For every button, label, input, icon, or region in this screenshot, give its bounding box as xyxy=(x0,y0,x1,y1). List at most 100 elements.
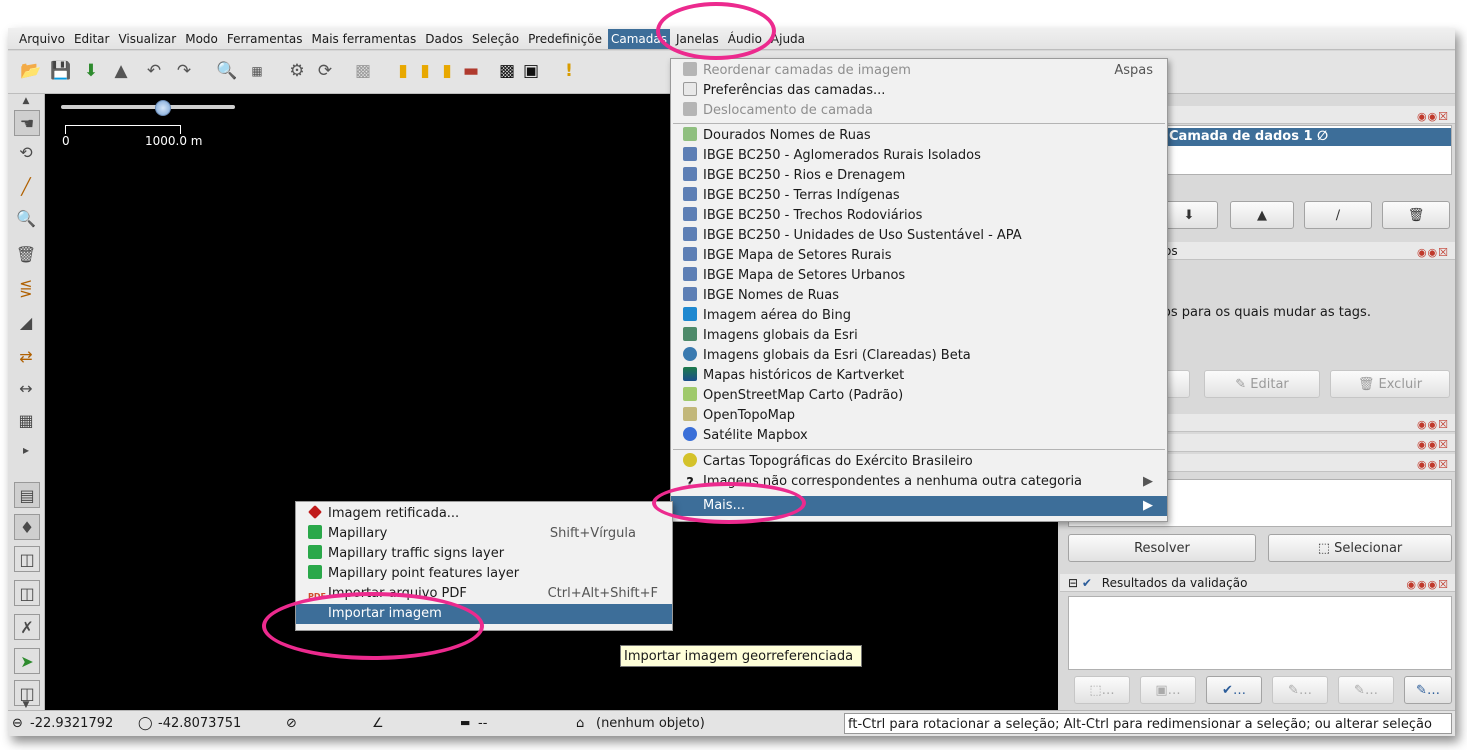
import-pdf-item[interactable]: PDF Importar arquivo PDF Ctrl+Alt+Shift+F xyxy=(296,584,672,604)
traffic-light-2-icon[interactable]: ▮ xyxy=(414,60,436,82)
car-icon[interactable]: ▩ xyxy=(496,60,518,82)
parallel-tool-icon[interactable]: ⋚ xyxy=(14,276,38,300)
menu-audio[interactable]: Áudio xyxy=(725,29,765,49)
improve-way-icon[interactable]: ↔ xyxy=(14,376,38,400)
imagery-item-osm-carto[interactable]: OpenStreetMap Carto (Padrão) xyxy=(671,386,1167,406)
edit-button[interactable]: ✎ Editar xyxy=(1204,370,1320,398)
menu-ajuda[interactable]: Ajuda xyxy=(768,29,808,49)
layer-offset-item[interactable]: Deslocamento de camada xyxy=(671,101,1167,121)
imagery-item-ibge-rurais[interactable]: IBGE Mapa de Setores Rurais xyxy=(671,246,1167,266)
collapse-icon[interactable]: ⊟ xyxy=(1060,576,1078,590)
merge-button[interactable]: ▲ xyxy=(1230,201,1294,229)
panel-controls-icon[interactable]: ◉◉☒ xyxy=(1417,108,1449,126)
validate-button[interactable]: ✔… xyxy=(1206,676,1262,704)
imagery-item-ibge-aglomerados[interactable]: IBGE BC250 - Aglomerados Rurais Isolados xyxy=(671,146,1167,166)
menu-janelas[interactable]: Janelas xyxy=(673,29,722,49)
menu-predefinicoes[interactable]: Predefiniçõe xyxy=(525,29,605,49)
building-tool-icon[interactable]: ▦ xyxy=(14,408,38,432)
zoom-slider[interactable] xyxy=(61,105,235,109)
fix-2-button[interactable]: ✎… xyxy=(1338,676,1394,704)
fix-3-button[interactable]: ✎… xyxy=(1404,676,1452,704)
delete-layer-button[interactable]: 🗑 xyxy=(1382,201,1450,229)
imagery-item-esri-clarity[interactable]: Imagens globais da Esri (Clareadas) Beta xyxy=(671,346,1167,366)
conflict-panel-icon[interactable]: ✗ xyxy=(14,614,40,640)
preview-icon[interactable]: 🔍 xyxy=(216,60,238,82)
traffic-light-icon[interactable]: ▮ xyxy=(392,60,414,82)
imagery-item-esri[interactable]: Imagens globais da Esri xyxy=(671,326,1167,346)
imagery-item-bing[interactable]: Imagem aérea do Bing xyxy=(671,306,1167,326)
layers-panel-icon[interactable]: ▤ xyxy=(14,482,40,508)
upload-icon[interactable]: ▲ xyxy=(110,60,132,82)
angle-tool-icon[interactable]: ◢ xyxy=(14,310,38,334)
select-tool-icon[interactable]: ☚ xyxy=(14,110,40,136)
fix-button[interactable]: ✎… xyxy=(1272,676,1328,704)
imagery-item-mapbox[interactable]: Satélite Mapbox xyxy=(671,426,1167,446)
relations-panel-icon[interactable]: ◫ xyxy=(14,546,40,572)
reorder-layers-item[interactable]: Reordenar camadas de imagem Aspas xyxy=(671,61,1167,81)
menu-camadas[interactable]: Camadas xyxy=(607,28,670,49)
undo-icon[interactable]: ↶ xyxy=(143,60,165,82)
menu-ferramentas[interactable]: Ferramentas xyxy=(224,29,306,49)
imagery-item-ibge-nomes[interactable]: IBGE Nomes de Ruas xyxy=(671,286,1167,306)
imagery-item-opentopomap[interactable]: OpenTopoMap xyxy=(671,406,1167,426)
split-tool-icon[interactable]: ⇄ xyxy=(14,344,38,368)
imagery-item-ibge-rios[interactable]: IBGE BC250 - Rios e Drenagem xyxy=(671,166,1167,186)
rectified-image-item[interactable]: Imagem retificada... xyxy=(296,504,672,524)
save-icon[interactable]: 💾 xyxy=(50,60,72,82)
delete-button[interactable]: 🗑 Excluir xyxy=(1330,370,1450,398)
menu-editar[interactable]: Editar xyxy=(71,29,113,49)
menu-visualizar[interactable]: Visualizar xyxy=(115,29,179,49)
zoom-slider-knob[interactable] xyxy=(155,100,171,116)
select-button[interactable]: ⬚ Selecionar xyxy=(1268,534,1452,562)
imagery-item-ibge-urbanos[interactable]: IBGE Mapa de Setores Urbanos xyxy=(671,266,1167,286)
expand-toolbar-icon[interactable]: ▸ xyxy=(14,438,38,462)
changeset-panel-icon[interactable]: ➤ xyxy=(14,648,40,674)
menu-dados[interactable]: Dados xyxy=(422,29,466,49)
imagery-item-ibge-terras[interactable]: IBGE BC250 - Terras Indígenas xyxy=(671,186,1167,206)
delete-tool-icon[interactable]: 🗑 xyxy=(14,242,38,266)
validation-panel-controls-icon[interactable]: ◉◉◉☒ xyxy=(1406,576,1449,594)
menu-arquivo[interactable]: Arquivo xyxy=(16,29,68,49)
panel-controls-icon[interactable]: ◉◉☒ xyxy=(1417,456,1449,474)
imagery-item-cartas-exercito[interactable]: Cartas Topográficas do Exército Brasilei… xyxy=(671,452,1167,472)
imagery-item-kartverket[interactable]: Mapas históricos de Kartverket xyxy=(671,366,1167,386)
menu-selecao[interactable]: Seleção xyxy=(469,29,522,49)
import-image-item[interactable]: Importar imagem xyxy=(296,604,672,624)
grid-icon[interactable]: ▩ xyxy=(352,60,374,82)
layer-preferences-item[interactable]: Preferências das camadas... xyxy=(671,81,1167,101)
draw-tool-icon[interactable]: ╱ xyxy=(14,174,38,198)
refresh-icon[interactable]: ⟳ xyxy=(314,60,336,82)
panel-controls-icon[interactable]: ◉◉☒ xyxy=(1417,416,1449,434)
imagery-item-other[interactable]: ? Imagens não correspondentes a nenhuma o… xyxy=(671,472,1167,492)
zoom-to-problem-button[interactable]: ⬚… xyxy=(1074,676,1130,704)
open-file-icon[interactable]: 📂 xyxy=(20,60,42,82)
history-panel-icon[interactable]: ◫ xyxy=(14,580,40,606)
resolve-button[interactable]: Resolver xyxy=(1068,534,1256,562)
zoom-tool-icon[interactable]: 🔍 xyxy=(14,206,38,230)
mapillary-traffic-signs-item[interactable]: Mapillary traffic signs layer xyxy=(296,544,672,564)
panel-controls-icon[interactable]: ◉◉☒ xyxy=(1417,436,1449,454)
tags-icon[interactable]: ▦ xyxy=(246,60,268,82)
barrier-icon[interactable]: ▬ xyxy=(460,60,482,82)
download-icon[interactable]: ⬇ xyxy=(80,60,102,82)
warning-icon[interactable]: ! xyxy=(558,60,580,82)
scroll-down-icon[interactable]: ▼ xyxy=(14,700,38,710)
lasso-tool-icon[interactable]: ⟲ xyxy=(14,140,38,164)
mapillary-item[interactable]: Mapillary Shift+Vírgula xyxy=(296,524,672,544)
imagery-item-ibge-unidades[interactable]: IBGE BC250 - Unidades de Uso Sustentável… xyxy=(671,226,1167,246)
redo-icon[interactable]: ↷ xyxy=(173,60,195,82)
imagery-item-ibge-trechos[interactable]: IBGE BC250 - Trechos Rodoviários xyxy=(671,206,1167,226)
menu-mais-ferramentas[interactable]: Mais ferramentas xyxy=(309,29,420,49)
bus-icon[interactable]: ▣ xyxy=(520,60,542,82)
move-down-button[interactable]: ⬇ xyxy=(1160,201,1218,229)
traffic-light-3-icon[interactable]: ▮ xyxy=(436,60,458,82)
duplicate-button[interactable]: ∕ xyxy=(1304,201,1372,229)
menu-modo[interactable]: Modo xyxy=(182,29,221,49)
more-item[interactable]: Mais... ▶ xyxy=(671,496,1167,516)
ignore-button[interactable]: ▣… xyxy=(1140,676,1196,704)
tags-panel-icon[interactable]: ♦ xyxy=(14,514,40,540)
mapillary-point-features-item[interactable]: Mapillary point features layer xyxy=(296,564,672,584)
scroll-up-icon[interactable]: ▲ xyxy=(14,96,38,106)
imagery-item-dourados[interactable]: Dourados Nomes de Ruas xyxy=(671,126,1167,146)
settings-icon[interactable]: ⚙ xyxy=(286,60,308,82)
